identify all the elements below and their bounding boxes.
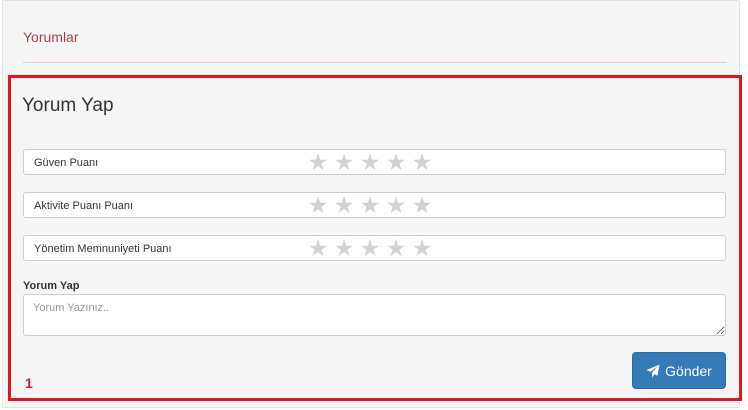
star-icon[interactable]: ★ bbox=[305, 237, 331, 260]
rating-activity: Aktivite Puanı Puanı ★ ★ ★ ★ ★ bbox=[23, 192, 726, 218]
rating-label: Yönetim Memnuniyeti Puanı bbox=[34, 243, 172, 255]
star-icon[interactable]: ★ bbox=[383, 237, 409, 260]
rating-trust: Güven Puanı ★ ★ ★ ★ ★ bbox=[23, 149, 726, 175]
submit-label: Gönder bbox=[665, 362, 712, 379]
star-icon[interactable]: ★ bbox=[383, 194, 409, 217]
star-icon[interactable]: ★ bbox=[383, 151, 409, 174]
star-icon[interactable]: ★ bbox=[357, 237, 383, 260]
star-rating[interactable]: ★ ★ ★ ★ ★ bbox=[305, 151, 435, 174]
star-icon[interactable]: ★ bbox=[305, 194, 331, 217]
rating-label: Güven Puanı bbox=[34, 157, 99, 169]
star-icon[interactable]: ★ bbox=[305, 151, 331, 174]
rating-management: Yönetim Memnuniyeti Puanı ★ ★ ★ ★ ★ bbox=[23, 235, 726, 261]
star-icon[interactable]: ★ bbox=[357, 151, 383, 174]
star-rating[interactable]: ★ ★ ★ ★ ★ bbox=[305, 194, 435, 217]
form-title: Yorum Yap bbox=[22, 95, 114, 116]
comment-textarea[interactable] bbox=[23, 294, 726, 336]
star-icon[interactable]: ★ bbox=[409, 151, 435, 174]
annotation-marker: 1 bbox=[25, 375, 33, 391]
comment-label: Yorum Yap bbox=[23, 280, 80, 292]
paper-plane-icon bbox=[646, 363, 660, 378]
comments-header: Yorumlar bbox=[23, 29, 79, 45]
star-icon[interactable]: ★ bbox=[331, 237, 357, 260]
section-divider bbox=[23, 62, 727, 63]
star-icon[interactable]: ★ bbox=[409, 194, 435, 217]
rating-label: Aktivite Puanı Puanı bbox=[34, 200, 134, 212]
star-icon[interactable]: ★ bbox=[409, 237, 435, 260]
star-rating[interactable]: ★ ★ ★ ★ ★ bbox=[305, 237, 435, 260]
star-icon[interactable]: ★ bbox=[331, 194, 357, 217]
star-icon[interactable]: ★ bbox=[357, 194, 383, 217]
star-icon[interactable]: ★ bbox=[331, 151, 357, 174]
submit-button[interactable]: Gönder bbox=[632, 352, 726, 389]
